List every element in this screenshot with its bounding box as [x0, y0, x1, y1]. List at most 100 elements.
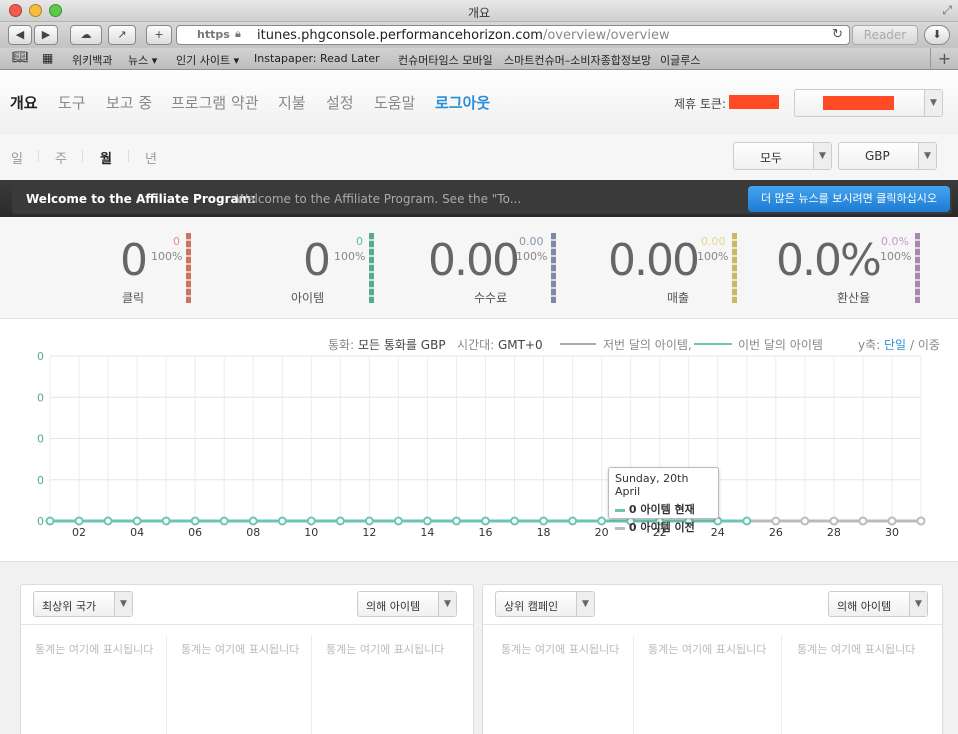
partner-token-label: 제휴 토큰:: [674, 97, 727, 111]
data-point-current: [364, 516, 374, 526]
lock-icon: 🔒︎: [235, 27, 241, 40]
currency-select-value: GBP: [865, 149, 890, 163]
stat-label: 환산율: [837, 291, 871, 305]
stat-sales: 0.00 0.00 100% 매출: [600, 217, 745, 319]
data-point-current: [481, 516, 490, 526]
panel-header: 최상위 국가 ▼ 의해 아이템 ▼: [21, 585, 473, 625]
reading-list-icon[interactable]: 📖︎: [12, 50, 29, 65]
period-week[interactable]: 주: [55, 148, 67, 167]
downloads-icon[interactable]: ⬇: [924, 25, 950, 45]
divider: [781, 635, 782, 734]
window-titlebar: 개요 ⤢: [0, 0, 958, 22]
reload-icon[interactable]: ↻: [832, 27, 843, 42]
data-point-current: [132, 516, 142, 526]
fullscreen-icon[interactable]: ⤢: [942, 3, 952, 18]
bookmark-item[interactable]: 뉴스 ▾: [128, 52, 157, 68]
bookmark-item[interactable]: 스마트컨슈머–소비자종합정보망: [504, 52, 651, 68]
panel-header: 상위 캠페인 ▼ 의해 아이템 ▼: [483, 585, 942, 625]
url-host: itunes.phgconsole.performancehorizon.com: [257, 28, 543, 43]
stats-placeholder: 통계는 여기에 표시됩니다: [35, 643, 154, 656]
more-news-button[interactable]: 더 많은 뉴스를 보시려면 클릭하십시오: [748, 186, 950, 212]
chevron-down-icon: ▼: [576, 592, 594, 616]
address-bar[interactable]: https 🔒︎ itunes.phgconsole.performanceho…: [176, 25, 850, 45]
partner-select[interactable]: ▼: [794, 89, 943, 117]
browser-toolbar: ◀ ▶ ☁ ↗ + https 🔒︎ itunes.phgconsole.per…: [0, 22, 958, 48]
stat-percent: 100%: [151, 250, 183, 263]
add-bookmark-button[interactable]: +: [146, 25, 172, 45]
icloud-tabs-icon[interactable]: ☁: [70, 25, 102, 45]
nav-item-tools[interactable]: 도구: [58, 92, 86, 113]
top-countries-select[interactable]: 최상위 국가 ▼: [33, 591, 133, 617]
stat-small-value: 0: [173, 235, 180, 248]
top-sites-icon[interactable]: ▦: [42, 51, 53, 65]
select-value: 최상위 국가: [42, 600, 97, 613]
news-text[interactable]: Welcome to the Affiliate Program. See th…: [236, 192, 521, 206]
stat-percent: 100%: [880, 250, 912, 263]
back-button[interactable]: ◀: [8, 25, 32, 45]
stat-commission: 0.00 0.00 100% 수수료: [420, 217, 560, 319]
stat-bar: [732, 233, 737, 303]
period-month[interactable]: 월: [100, 148, 112, 167]
data-point-current: [161, 516, 171, 526]
x-tick-label: 26: [769, 526, 783, 539]
stat-small-value: 0.00: [701, 235, 726, 248]
data-point-current: [539, 516, 549, 526]
scope-select-value: 모두: [760, 151, 783, 165]
data-point-previous: [858, 516, 868, 526]
divider: [82, 150, 83, 162]
data-point-current: [248, 516, 258, 526]
stat-clicks: 0 0 100% 클릭: [100, 217, 200, 319]
bookmark-item[interactable]: Instapaper: Read Later: [254, 52, 380, 65]
stat-percent: 100%: [697, 250, 729, 263]
items-chart: 통화: 모든 통화를 GBP 시간대: GMT+0 저번 달의 아이템, 이번 …: [0, 320, 958, 560]
url-text: itunes.phgconsole.performancehorizon.com…: [257, 28, 670, 43]
share-icon[interactable]: ↗: [108, 25, 136, 45]
stats-placeholder: 통계는 여기에 표시됩니다: [501, 643, 620, 656]
nav-item-overview[interactable]: 개요: [10, 92, 38, 113]
news-banner-inner: Welcome to the Affiliate Program: Welcom…: [12, 184, 952, 214]
bookmark-item[interactable]: 위키백과: [72, 52, 112, 68]
stat-value: 0.00: [608, 235, 700, 286]
data-point-current: [393, 516, 403, 526]
scope-select[interactable]: 모두 ▼: [733, 142, 832, 170]
nav-item-logout[interactable]: 로그아웃: [435, 92, 490, 113]
nav-item-program-terms[interactable]: 프로그램 약관: [171, 92, 259, 113]
x-tick-label: 20: [595, 526, 609, 539]
nav-item-payments[interactable]: 지불: [278, 92, 306, 113]
data-point-current: [219, 516, 229, 526]
data-point-current: [510, 516, 520, 526]
chevron-down-icon: ▼: [918, 143, 936, 169]
stats-panel: 0 0 100% 클릭 0 0 100% 아이템 0.00 0.00 100% …: [0, 217, 958, 319]
data-point-current: [190, 516, 200, 526]
x-tick-label: 28: [827, 526, 841, 539]
period-day[interactable]: 일: [11, 148, 23, 167]
news-title: Welcome to the Affiliate Program:: [26, 192, 256, 206]
data-point-current: [451, 516, 461, 526]
nav-item-help[interactable]: 도움말: [374, 92, 415, 113]
data-point-current: [45, 516, 55, 526]
nav-item-reports[interactable]: 보고 중: [106, 92, 152, 113]
forward-button[interactable]: ▶: [34, 25, 58, 45]
items-by-select[interactable]: 의해 아이템 ▼: [828, 591, 928, 617]
bookmark-item[interactable]: 인기 사이트 ▾: [176, 52, 239, 68]
reader-button[interactable]: Reader: [852, 25, 918, 45]
data-point-current: [568, 516, 578, 526]
divider: [128, 150, 129, 162]
new-tab-button[interactable]: +: [930, 48, 958, 70]
top-campaigns-select[interactable]: 상위 캠페인 ▼: [495, 591, 595, 617]
stat-items: 0 0 100% 아이템: [283, 217, 383, 319]
stat-value: 0.00: [428, 235, 520, 286]
bookmarks-bar: 📖︎ ▦ 위키백과 뉴스 ▾ 인기 사이트 ▾ Instapaper: Read…: [0, 48, 958, 70]
bookmark-item[interactable]: 컨슈머타임스 모바일: [398, 52, 493, 68]
tooltip-previous-row: 0 아이템 이전: [615, 519, 712, 535]
bookmark-item[interactable]: 이글루스: [660, 52, 700, 68]
tooltip-date: Sunday, 20th April: [615, 472, 689, 498]
nav-item-settings[interactable]: 설정: [326, 92, 354, 113]
items-by-select[interactable]: 의해 아이템 ▼: [357, 591, 457, 617]
period-year[interactable]: 년: [145, 148, 157, 167]
data-point-current: [74, 516, 84, 526]
chart-plot: 0000002 04 06 08 10 12 14 16 18 20 22 24 26 28 30: [37, 350, 926, 539]
stat-percent: 100%: [516, 250, 548, 263]
currency-select[interactable]: GBP ▼: [838, 142, 937, 170]
data-point-previous: [800, 516, 810, 526]
